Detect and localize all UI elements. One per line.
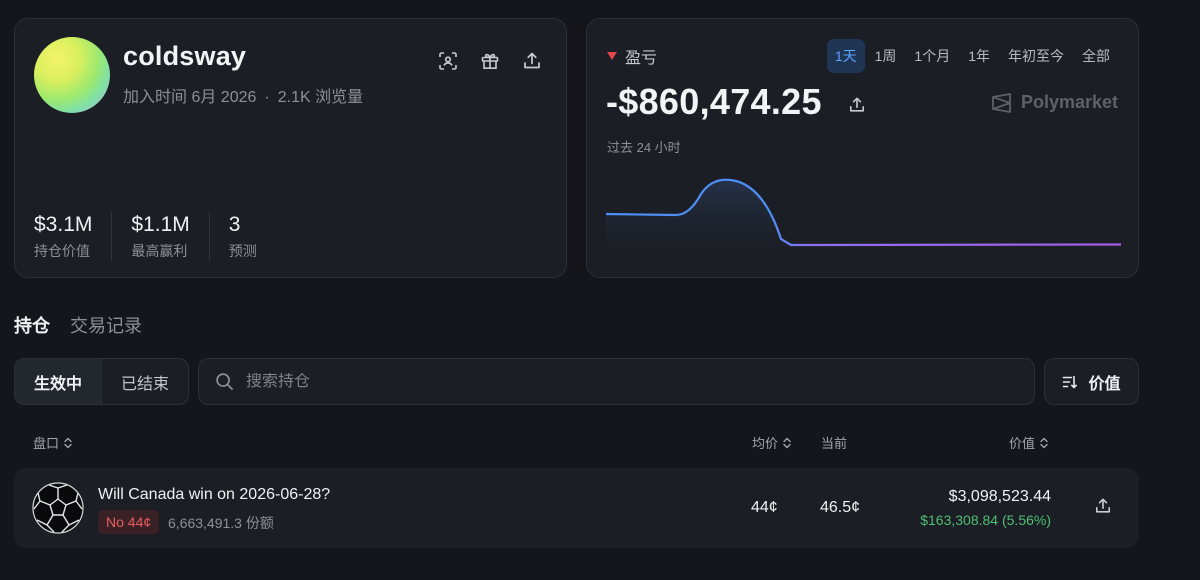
- search-input[interactable]: [246, 372, 1006, 391]
- scan-icon[interactable]: [432, 45, 464, 77]
- sort-button[interactable]: 价值: [1044, 358, 1139, 405]
- stat-value: 3: [228, 213, 241, 236]
- stat-label: 预测: [228, 243, 257, 259]
- gift-icon[interactable]: [474, 45, 506, 77]
- pnl-header: 盈亏: [607, 44, 657, 68]
- range-tab-1y[interactable]: 1年: [960, 39, 998, 73]
- profile-actions: [432, 45, 548, 77]
- position-value: $3,098,523.44: [948, 488, 1051, 505]
- share-icon[interactable]: [841, 89, 873, 121]
- closed-filter-button[interactable]: 已结束: [102, 359, 188, 404]
- header-label: 价值: [1009, 436, 1036, 451]
- sort-icon: [1063, 375, 1078, 388]
- tab-positions[interactable]: 持仓: [14, 312, 50, 338]
- polymarket-logo-icon: [992, 92, 1011, 113]
- main-tabs: 持仓 交易记录: [14, 312, 142, 338]
- share-icon[interactable]: [1095, 498, 1111, 519]
- avatar[interactable]: [34, 37, 110, 113]
- avg-price: 44¢: [751, 499, 778, 516]
- stat-value: $3.1M: [34, 213, 93, 236]
- header-label: 盘口: [33, 436, 60, 451]
- search-box: [198, 358, 1035, 405]
- meta-separator: ·: [264, 89, 270, 106]
- header-market[interactable]: 盘口: [33, 433, 73, 452]
- stat-label: 持仓价值: [34, 243, 90, 259]
- pnl-chart: [606, 178, 1121, 269]
- joined-date: 加入时间 6月 2026: [123, 89, 257, 106]
- brand-name: Polymarket: [1020, 92, 1118, 112]
- sort-toggle-icon: [64, 437, 72, 448]
- market-title[interactable]: Will Canada win on 2026-06-28?: [98, 486, 330, 504]
- outcome-badge: No 44¢: [98, 510, 160, 534]
- range-tab-1d[interactable]: 1天: [826, 39, 865, 73]
- stat-value: $1.1M: [131, 213, 190, 236]
- header-value[interactable]: 价值: [1009, 433, 1049, 452]
- share-icon[interactable]: [516, 45, 548, 77]
- range-tab-1m[interactable]: 1个月: [906, 39, 958, 73]
- sort-toggle-icon: [783, 437, 791, 448]
- down-triangle-icon: [607, 52, 617, 60]
- pnl-period: 过去 24 小时: [607, 140, 681, 155]
- search-icon: [216, 373, 233, 390]
- pnl-value: -$860,474.25: [606, 81, 822, 122]
- header-label: 当前: [821, 436, 848, 451]
- pnl-area: [606, 179, 1121, 269]
- position-row[interactable]: Will Canada win on 2026-06-28? No 44¢ 6,…: [14, 468, 1139, 548]
- current-price: 46.5¢: [820, 499, 861, 516]
- profile-card: coldsway 加入时间 6月 2026 · 2.1K 浏览量 $3.1M 持…: [14, 18, 567, 278]
- pnl-card: 盈亏 1天 1周 1个月 1年 年初至今 全部 -$860,474.25 Pol…: [586, 18, 1139, 278]
- stat-biggest-win: $1.1M 最高赢利: [131, 212, 210, 261]
- stat-label: 最高赢利: [131, 243, 188, 259]
- range-tab-all[interactable]: 全部: [1074, 39, 1118, 73]
- shares-count: 6,663,491.3 份额: [168, 515, 274, 531]
- range-tab-ytd[interactable]: 年初至今: [1000, 39, 1072, 73]
- sort-label: 价值: [1088, 375, 1121, 393]
- position-pnl: $163,308.84 (5.56%): [920, 512, 1051, 528]
- username: coldsway: [123, 41, 247, 71]
- stat-positions-value: $3.1M 持仓价值: [34, 212, 113, 261]
- view-count: 2.1K 浏览量: [277, 89, 364, 106]
- polymarket-brand: Polymarket: [991, 92, 1118, 113]
- header-current-price: 当前: [821, 433, 847, 452]
- pnl-label: 盈亏: [625, 50, 658, 67]
- header-label: 均价: [752, 436, 779, 451]
- profile-stats: $3.1M 持仓价值 $1.1M 最高赢利 3 预测: [34, 212, 295, 261]
- soccer-ball-icon: [32, 482, 84, 534]
- profile-meta: 加入时间 6月 2026 · 2.1K 浏览量: [123, 83, 363, 107]
- range-tab-1w[interactable]: 1周: [867, 39, 905, 73]
- status-toggle: 生效中 已结束: [14, 358, 189, 405]
- range-tabs: 1天 1周 1个月 1年 年初至今 全部: [826, 39, 1118, 73]
- sort-toggle-icon: [1040, 437, 1048, 448]
- stat-predictions: 3 预测: [229, 212, 276, 261]
- tab-history[interactable]: 交易记录: [70, 312, 142, 338]
- active-filter-button[interactable]: 生效中: [15, 359, 102, 404]
- header-avg-price[interactable]: 均价: [752, 433, 792, 452]
